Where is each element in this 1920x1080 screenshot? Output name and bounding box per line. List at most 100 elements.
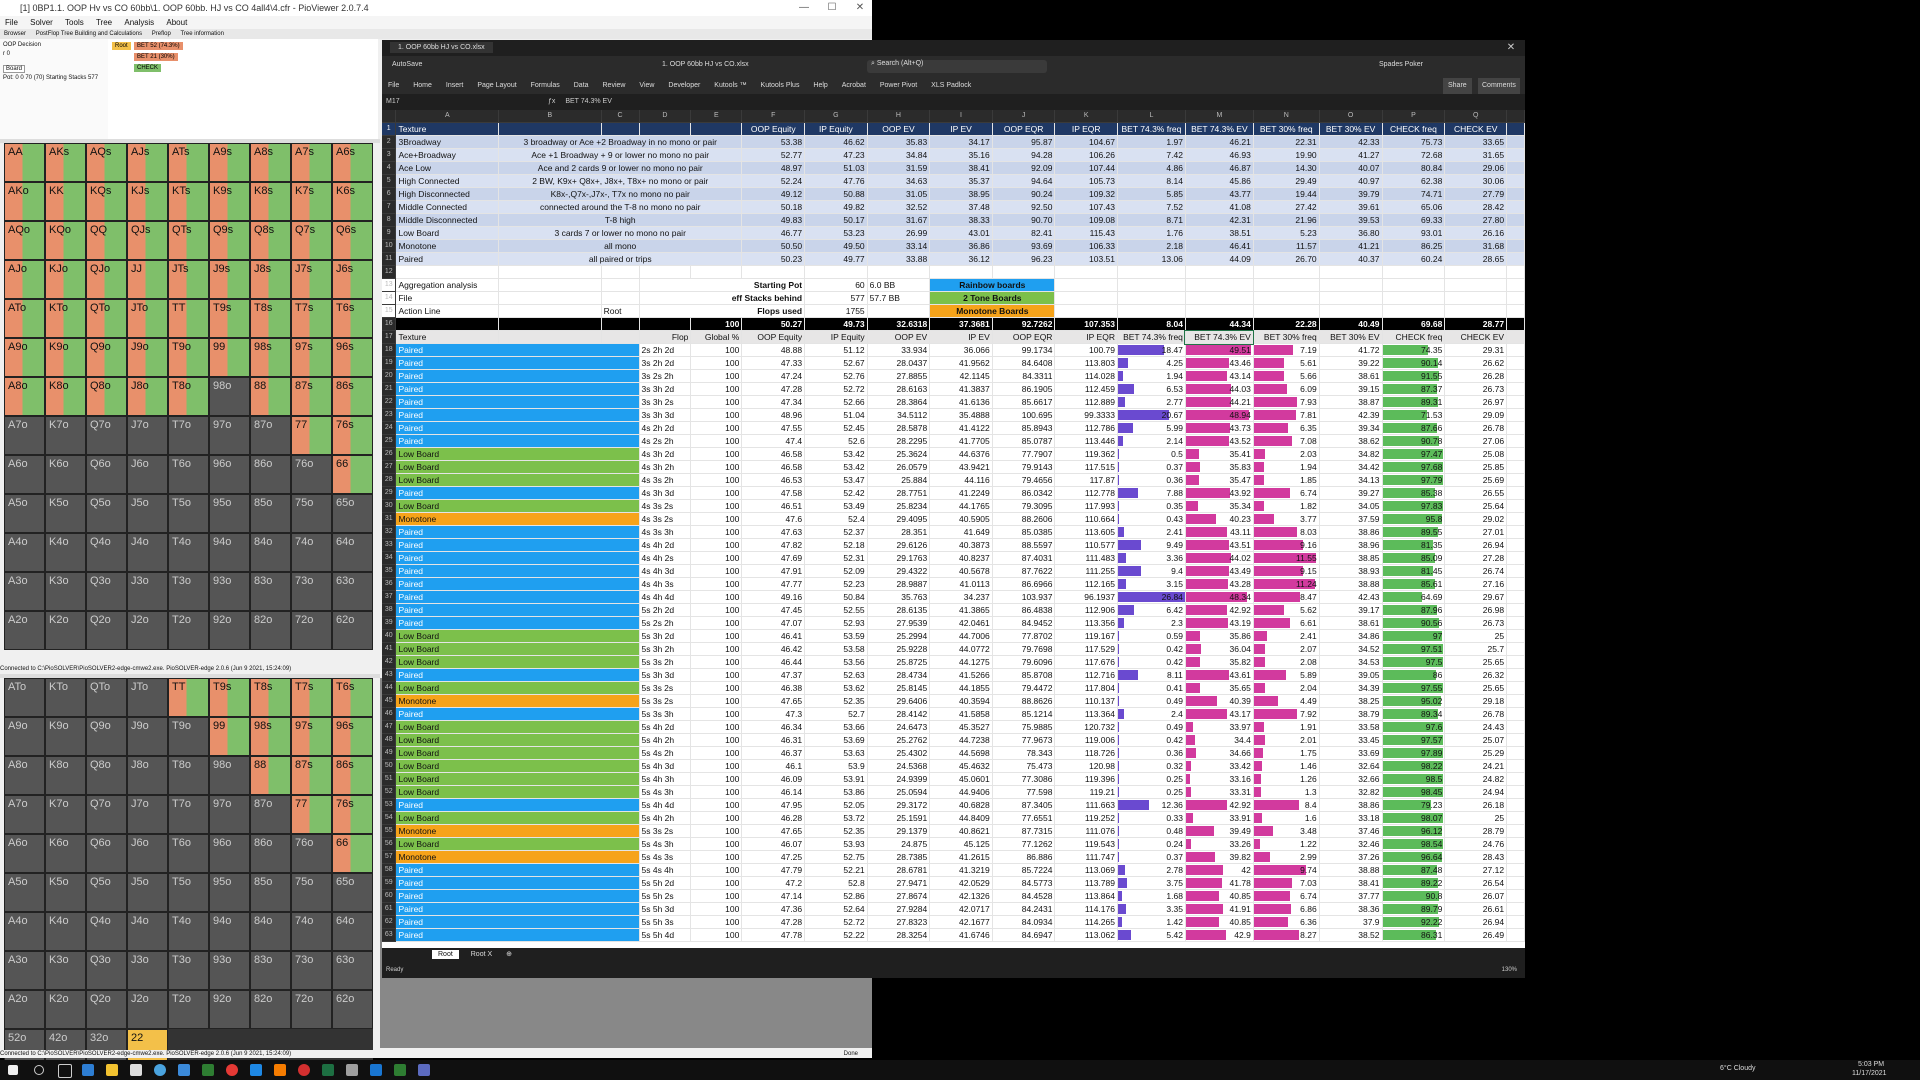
hand-cell[interactable]: T9o xyxy=(168,338,209,377)
value-cell[interactable]: 117.529 xyxy=(1054,642,1118,656)
cell[interactable] xyxy=(1382,304,1446,318)
value-cell[interactable]: 53.86 xyxy=(804,785,868,799)
hand-cell[interactable]: T7s xyxy=(291,678,332,717)
texture-cell[interactable]: Low Board xyxy=(395,473,640,487)
value-cell[interactable]: 38.33 xyxy=(929,213,993,227)
value-cell[interactable]: 41.78 xyxy=(1185,876,1254,890)
hand-cell[interactable]: J9o xyxy=(127,338,168,377)
value-cell[interactable]: 34.05 xyxy=(1319,499,1383,513)
value-cell[interactable]: 28.6135 xyxy=(867,603,931,617)
value-cell[interactable]: 6.35 xyxy=(1253,421,1320,435)
value-cell[interactable]: 52.21 xyxy=(804,863,868,877)
cell[interactable] xyxy=(1506,824,1525,838)
value-cell[interactable]: 29.4095 xyxy=(867,512,931,526)
value-cell[interactable]: 40.85 xyxy=(1185,915,1254,929)
value-cell[interactable]: 27.8674 xyxy=(867,889,931,903)
value-cell[interactable]: 2.01 xyxy=(1253,733,1320,747)
row-number[interactable]: 40 xyxy=(382,629,397,643)
value-cell[interactable]: 119.21 xyxy=(1054,785,1118,799)
value-cell[interactable]: 111.663 xyxy=(1054,798,1118,812)
value-cell[interactable]: 85.1214 xyxy=(992,707,1056,721)
value-cell[interactable]: 53.42 xyxy=(804,460,868,474)
value-cell[interactable]: 85.38 xyxy=(1382,486,1446,500)
value-cell[interactable]: 41.5266 xyxy=(929,668,993,682)
value-cell[interactable]: 84.4528 xyxy=(992,889,1056,903)
value-cell[interactable]: 100 xyxy=(690,408,743,422)
value-cell[interactable]: 98.54 xyxy=(1382,837,1446,851)
hand-cell[interactable]: K5o xyxy=(45,494,86,533)
value-cell[interactable]: 44.1765 xyxy=(929,499,993,513)
hand-cell[interactable]: K9o xyxy=(45,338,86,377)
value-cell[interactable]: 100 xyxy=(690,863,743,877)
value-cell[interactable]: 86.6966 xyxy=(992,577,1056,591)
hand-cell[interactable]: 93o xyxy=(209,572,250,611)
cell[interactable] xyxy=(1506,369,1525,383)
value-cell[interactable]: 34.52 xyxy=(1319,642,1383,656)
hand-cell[interactable]: Q4o xyxy=(86,533,127,572)
value-cell[interactable]: 45.86 xyxy=(1185,174,1254,188)
cell[interactable] xyxy=(1382,265,1446,279)
value-cell[interactable]: 5.42 xyxy=(1117,928,1186,942)
value-cell[interactable]: 34.53 xyxy=(1319,655,1383,669)
value-cell[interactable]: 52.31 xyxy=(804,551,868,565)
value-cell[interactable]: 21.96 xyxy=(1253,213,1320,227)
value-cell[interactable]: 97.79 xyxy=(1382,473,1446,487)
value-cell[interactable]: 53.42 xyxy=(804,447,868,461)
texture-cell[interactable]: Paired xyxy=(395,928,640,942)
value-cell[interactable]: 87.7315 xyxy=(992,824,1056,838)
value-cell[interactable]: 38.88 xyxy=(1319,863,1383,877)
hand-cell[interactable]: 75o xyxy=(291,873,332,912)
ribbon-page-layout[interactable]: Page Layout xyxy=(477,82,516,89)
value-cell[interactable]: 33.42 xyxy=(1185,759,1254,773)
value-cell[interactable]: 98.07 xyxy=(1382,811,1446,825)
value-cell[interactable]: 1.85 xyxy=(1253,473,1320,487)
filter-header-cell[interactable]: OOP EV xyxy=(867,330,931,344)
value-cell[interactable]: 97.47 xyxy=(1382,447,1446,461)
value-cell[interactable]: 95.8 xyxy=(1382,512,1446,526)
value-cell[interactable]: 6.53 xyxy=(1117,382,1186,396)
total-cell[interactable]: 22.28 xyxy=(1253,317,1320,331)
row-number[interactable]: 19 xyxy=(382,356,397,370)
value-cell[interactable]: 90.70 xyxy=(992,213,1056,227)
hand-cell[interactable]: K9s xyxy=(209,182,250,221)
cell[interactable] xyxy=(741,265,806,279)
header-cell[interactable]: OOP Equity xyxy=(741,122,806,136)
value-cell[interactable]: 34.86 xyxy=(1319,629,1383,643)
value-cell[interactable]: 48.88 xyxy=(741,343,806,357)
texture-cell[interactable]: Low Board xyxy=(395,460,640,474)
agg-bb[interactable] xyxy=(867,304,931,318)
value-cell[interactable]: 85.8943 xyxy=(992,421,1056,435)
value-cell[interactable]: 26.0579 xyxy=(867,460,931,474)
value-cell[interactable]: 47.14 xyxy=(741,889,806,903)
value-cell[interactable]: 77.7907 xyxy=(992,447,1056,461)
sheet-tab-root[interactable]: Root xyxy=(432,950,459,959)
filter-header-cell[interactable]: CHECK freq xyxy=(1382,330,1446,344)
cell[interactable] xyxy=(1506,694,1525,708)
header-cell[interactable]: BET 30% freq xyxy=(1253,122,1320,136)
value-cell[interactable]: 93.69 xyxy=(992,239,1056,253)
value-cell[interactable]: 29.09 xyxy=(1444,408,1508,422)
cell[interactable] xyxy=(1506,395,1525,409)
hand-cell[interactable]: A8o xyxy=(4,377,45,416)
column-letter[interactable]: O xyxy=(1319,110,1383,123)
value-cell[interactable]: 25.65 xyxy=(1444,681,1508,695)
flop-cell[interactable]: 4s 3s 2h xyxy=(639,473,692,487)
value-cell[interactable]: 90.56 xyxy=(1382,616,1446,630)
value-cell[interactable]: 41.3837 xyxy=(929,382,993,396)
hand-cell[interactable]: 95o xyxy=(209,494,250,533)
value-cell[interactable]: 8.14 xyxy=(1117,174,1186,188)
value-cell[interactable]: 40.37 xyxy=(1319,252,1383,266)
value-cell[interactable]: 40.5905 xyxy=(929,512,993,526)
value-cell[interactable]: 27.8323 xyxy=(867,915,931,929)
header-cell[interactable]: Texture xyxy=(395,122,500,136)
value-cell[interactable]: 24.875 xyxy=(867,837,931,851)
hand-cell[interactable]: K2o xyxy=(45,990,86,1029)
hand-cell[interactable]: Q2o xyxy=(86,990,127,1029)
cell[interactable] xyxy=(1506,733,1525,747)
value-cell[interactable]: 119.006 xyxy=(1054,733,1118,747)
hand-cell[interactable]: K6o xyxy=(45,834,86,873)
share-button[interactable]: Share xyxy=(1443,78,1472,94)
hand-cell[interactable]: 93o xyxy=(209,951,250,990)
value-cell[interactable]: 86.886 xyxy=(992,850,1056,864)
row-number[interactable]: 8 xyxy=(382,213,397,227)
